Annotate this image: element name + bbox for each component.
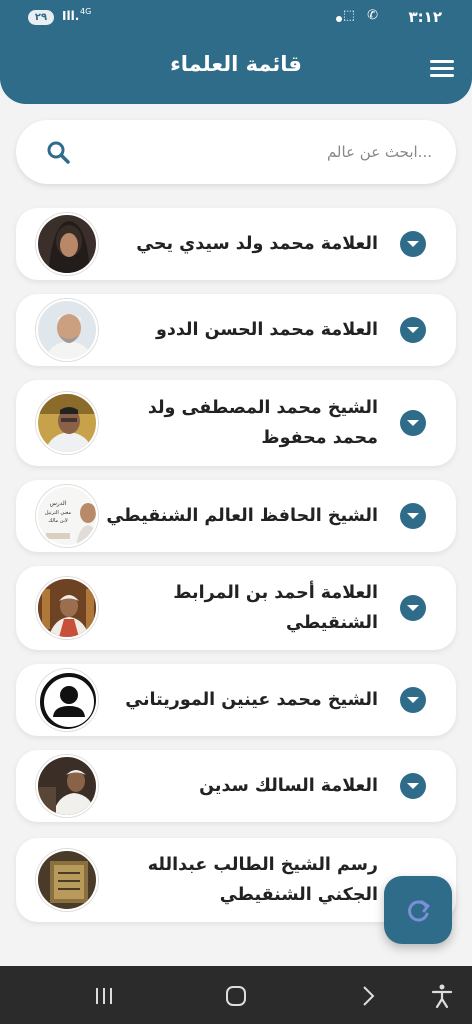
chevron-down-icon[interactable] — [400, 773, 426, 799]
battery-icon: ٢٩ — [28, 10, 54, 25]
search-bar — [16, 120, 456, 184]
chevron-down-icon[interactable] — [400, 503, 426, 529]
svg-text:الدرس: الدرس — [50, 500, 67, 507]
chevron-down-icon[interactable] — [400, 317, 426, 343]
scholar-card[interactable]: الدرس مغني الترتيل لابن مالك الشيخ الحاف… — [16, 480, 456, 552]
chevron-down-icon[interactable] — [400, 687, 426, 713]
back-icon[interactable] — [354, 982, 382, 1010]
scholar-card[interactable]: الشيخ محمد المصطفى ولد محمد محفوظ — [16, 380, 456, 466]
status-icons: ⬚ ✆ — [342, 8, 382, 23]
scholar-card[interactable]: العلامة محمد الحسن الددو — [16, 294, 456, 366]
scholar-avatar — [36, 392, 98, 454]
scholar-name: رسم الشيخ الطالب عبدالله الجكني الشنقيطي — [147, 855, 378, 905]
status-time: ٣:١٢ — [408, 8, 442, 26]
scholar-card[interactable]: الشيخ محمد عينين الموريتاني — [16, 664, 456, 736]
svg-text:لابن مالك: لابن مالك — [48, 518, 68, 524]
search-input[interactable] — [86, 138, 432, 166]
scholar-name: العلامة محمد الحسن الددو — [155, 320, 378, 340]
user-placeholder-icon — [38, 671, 96, 729]
refresh-button[interactable] — [384, 876, 452, 944]
signal-icon: Ill. — [62, 9, 80, 23]
svg-text:مغني الترتيل: مغني الترتيل — [45, 510, 72, 516]
chevron-down-icon[interactable] — [400, 595, 426, 621]
home-icon[interactable] — [222, 982, 250, 1010]
scholar-avatar: الدرس مغني الترتيل لابن مالك — [36, 485, 98, 547]
scholar-avatar — [36, 755, 98, 817]
scholar-avatar — [36, 577, 98, 639]
search-icon[interactable] — [46, 140, 72, 166]
scholar-card[interactable]: العلامة أحمد بن المرابط الشنقيطي — [16, 566, 456, 650]
refresh-icon — [408, 900, 430, 922]
scholar-avatar — [36, 213, 98, 275]
chevron-down-icon[interactable] — [400, 231, 426, 257]
page-title: قائمة العلماء — [170, 52, 302, 76]
scholar-card[interactable]: العلامة السالك سدين — [16, 750, 456, 822]
scholar-avatar — [36, 299, 98, 361]
scholar-name: العلامة السالك سدين — [199, 776, 378, 796]
accessibility-icon[interactable] — [428, 982, 456, 1010]
scholar-name: الشيخ الحافظ العالم الشنقيطي — [106, 506, 378, 526]
hamburger-menu-icon[interactable] — [430, 60, 454, 78]
scholar-name: العلامة أحمد بن المرابط الشنقيطي — [173, 583, 378, 633]
system-navigation-bar — [0, 966, 472, 1024]
scholar-name: العلامة محمد ولد سيدي يحي — [136, 234, 378, 254]
chevron-down-icon[interactable] — [400, 410, 426, 436]
scholar-name: الشيخ محمد المصطفى ولد محمد محفوظ — [147, 398, 378, 448]
status-bar: ٣:١٢ ⬚ ✆ ٢٩ Ill. 4G — [0, 0, 472, 36]
app-header: ٣:١٢ ⬚ ✆ ٢٩ Ill. 4G قائمة العلماء — [0, 0, 472, 104]
scholar-card[interactable]: العلامة محمد ولد سيدي يحي — [16, 208, 456, 280]
scholar-name: الشيخ محمد عينين الموريتاني — [125, 690, 378, 710]
network-type: 4G — [80, 7, 92, 16]
scholar-avatar — [36, 669, 98, 731]
scholar-avatar — [36, 849, 98, 911]
recent-apps-icon[interactable] — [90, 982, 118, 1010]
notification-dot-icon — [336, 16, 342, 22]
